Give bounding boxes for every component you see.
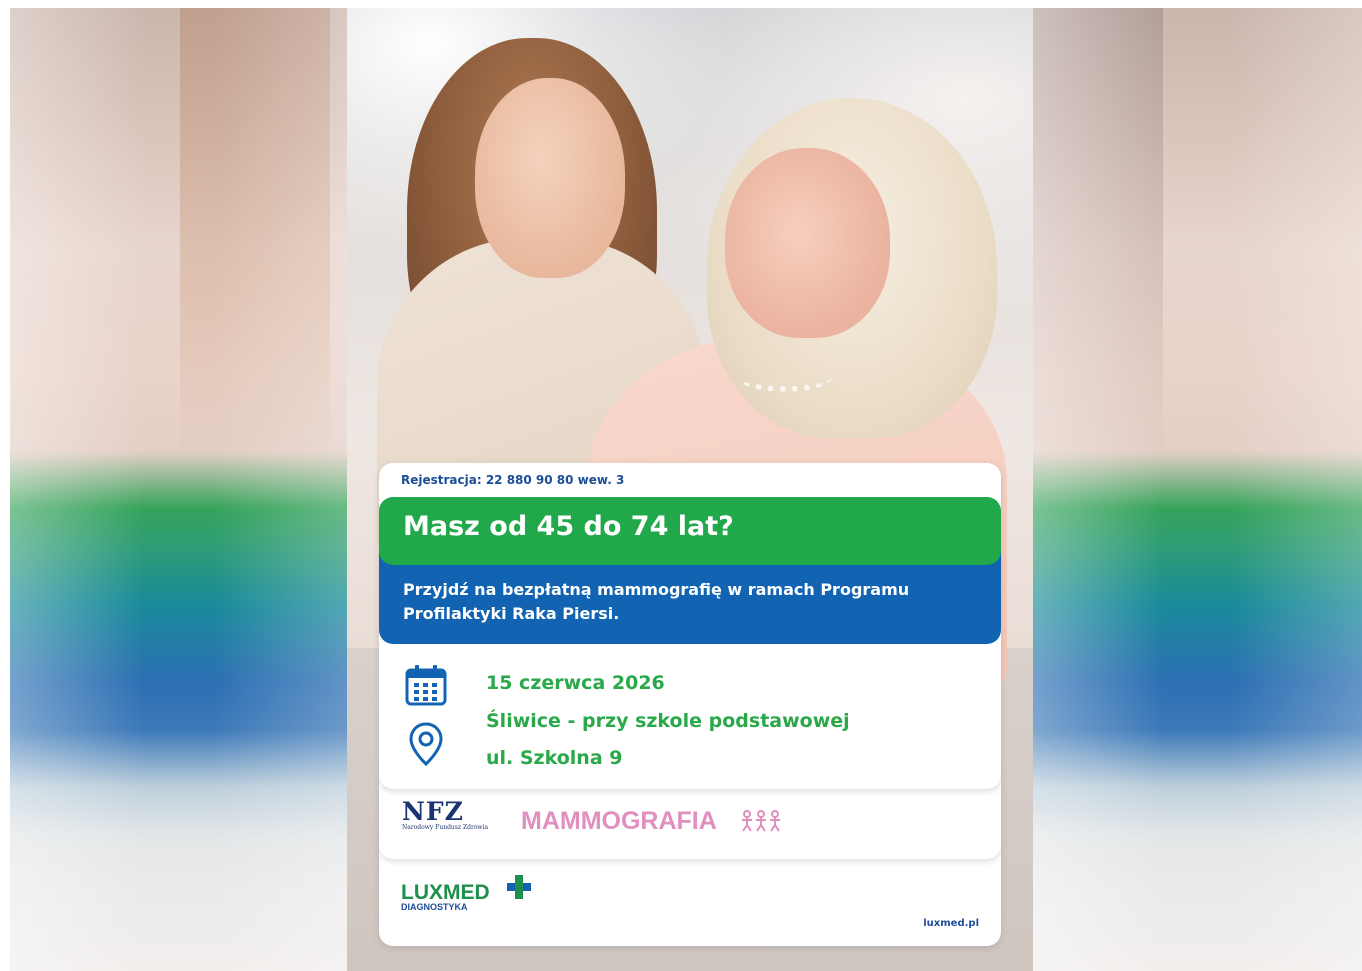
blurred-background-right	[1033, 8, 1362, 971]
women-figures-icon	[742, 810, 780, 832]
headline: Masz od 45 do 74 lat?	[403, 511, 734, 542]
luxmed-cross-icon	[507, 875, 531, 899]
location-pin-icon	[409, 722, 443, 766]
nfz-logo: NFZ Narodowy Fundusz Zdrowia	[402, 797, 488, 831]
nfz-logo-mark: NFZ	[402, 797, 464, 826]
subline: Przyjdź na bezpłatną mammografię w ramac…	[403, 580, 910, 623]
event-date: 15 czerwca 2026	[486, 672, 665, 694]
partner-logos: NFZ Narodowy Fundusz Zdrowia MAMMOGRAFIA	[379, 789, 1001, 859]
event-address: ul. Szkolna 9	[486, 747, 623, 769]
event-place: Śliwice - przy szkole podstawowej	[486, 710, 850, 732]
photo-older-woman-face	[725, 148, 890, 338]
calendar-icon	[405, 665, 447, 706]
registration-phone: Rejestracja: 22 880 90 80 wew. 3	[401, 473, 625, 487]
event-details: 15 czerwca 2026 Śliwice - przy szkole po…	[379, 644, 1001, 789]
headline-banner: Masz od 45 do 74 lat?	[379, 497, 1001, 565]
nfz-logo-text: Narodowy Fundusz Zdrowia	[402, 824, 489, 831]
blurred-background-left	[10, 8, 348, 971]
mammography-poster: Rejestracja: 22 880 90 80 wew. 3 Masz od…	[347, 8, 1033, 971]
photo-pearl-necklace	[739, 364, 831, 392]
photo-young-woman-face	[475, 78, 625, 278]
luxmed-logo: LUXMED DIAGNOSTYKA	[401, 875, 531, 912]
mammografia-logo: MAMMOGRAFIA	[521, 807, 717, 835]
info-card: Rejestracja: 22 880 90 80 wew. 3 Masz od…	[379, 463, 1001, 946]
website-link[interactable]: luxmed.pl	[923, 918, 979, 929]
